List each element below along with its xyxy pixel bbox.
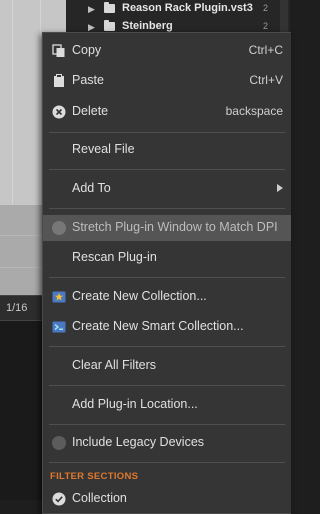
- unchecked-radio-icon: [52, 436, 66, 450]
- menu-item-clear-filters[interactable]: Clear All Filters: [43, 353, 291, 379]
- menu-item-paste[interactable]: Paste Ctrl+V: [43, 68, 291, 94]
- menu-separator: [49, 346, 285, 347]
- folder-name: Reason Rack Plugin.vst3: [122, 2, 253, 14]
- shortcut-label: Ctrl+V: [249, 73, 283, 87]
- delete-icon: [52, 105, 66, 119]
- menu-item-label: Rescan Plug-in: [72, 250, 157, 264]
- menu-separator: [49, 277, 285, 278]
- unchecked-radio-icon: [52, 221, 66, 235]
- checkmark-icon: [52, 492, 66, 506]
- item-count: 2: [262, 21, 268, 31]
- grid-line: [12, 0, 13, 205]
- expand-arrow-icon[interactable]: ▶: [88, 4, 95, 15]
- shortcut-label: Ctrl+C: [248, 43, 283, 57]
- menu-item-label: Create New Smart Collection...: [72, 319, 244, 333]
- menu-item-copy[interactable]: Copy Ctrl+C: [43, 38, 291, 64]
- submenu-arrow-icon: [277, 184, 283, 192]
- copy-icon: [52, 44, 65, 57]
- menu-item-label: Paste: [72, 73, 104, 87]
- menu-item-label: Collection: [72, 491, 127, 505]
- menu-item-stretch-dpi[interactable]: Stretch Plug-in Window to Match DPI: [43, 215, 291, 241]
- folder-icon: [104, 20, 115, 31]
- menu-item-label: Copy: [72, 43, 102, 57]
- folder-icon: [104, 2, 115, 13]
- menu-item-label: Add To: [72, 181, 111, 195]
- menu-separator: [49, 385, 285, 386]
- menu-separator: [49, 169, 285, 170]
- menu-item-rescan-plugin[interactable]: Rescan Plug-in: [43, 245, 291, 271]
- menu-item-reveal-file[interactable]: Reveal File: [43, 137, 291, 163]
- collection-star-icon: [52, 291, 66, 303]
- menu-separator: [49, 424, 285, 425]
- section-heading-filter-sections: FILTER SECTIONS: [50, 471, 139, 482]
- folder-name: Steinberg: [122, 20, 173, 32]
- browser-folder-row[interactable]: ▶ Reason Rack Plugin.vst3 2: [66, 0, 290, 18]
- paste-icon: [54, 74, 64, 87]
- menu-item-label: Create New Collection...: [72, 289, 207, 303]
- menu-item-label: Delete: [72, 104, 109, 118]
- menu-item-label: Clear All Filters: [72, 358, 157, 372]
- zoom-dropdown[interactable]: 1/16: [6, 302, 27, 314]
- menu-item-delete[interactable]: Delete backspace: [43, 99, 291, 125]
- context-menu: Copy Ctrl+C Paste Ctrl+V Delete backspac…: [42, 32, 291, 514]
- item-count: 2: [262, 3, 268, 13]
- menu-separator: [49, 462, 285, 463]
- menu-item-include-legacy[interactable]: Include Legacy Devices: [43, 430, 291, 456]
- menu-item-create-collection[interactable]: Create New Collection...: [43, 284, 291, 310]
- menu-item-label: Reveal File: [72, 142, 135, 156]
- menu-item-add-plugin-location[interactable]: Add Plug-in Location...: [43, 392, 291, 418]
- menu-item-collection[interactable]: Collection: [43, 486, 291, 512]
- menu-separator: [49, 132, 285, 133]
- shortcut-label: backspace: [225, 104, 283, 118]
- menu-item-label: Add Plug-in Location...: [72, 397, 198, 411]
- menu-item-label: Include Legacy Devices: [72, 435, 205, 449]
- menu-item-add-to[interactable]: Add To: [43, 176, 291, 202]
- menu-item-label: Stretch Plug-in Window to Match DPI: [72, 220, 278, 234]
- smart-collection-icon: [52, 321, 66, 333]
- menu-separator: [49, 208, 285, 209]
- grid-line: [40, 0, 41, 205]
- menu-item-create-smart-collection[interactable]: Create New Smart Collection...: [43, 314, 291, 340]
